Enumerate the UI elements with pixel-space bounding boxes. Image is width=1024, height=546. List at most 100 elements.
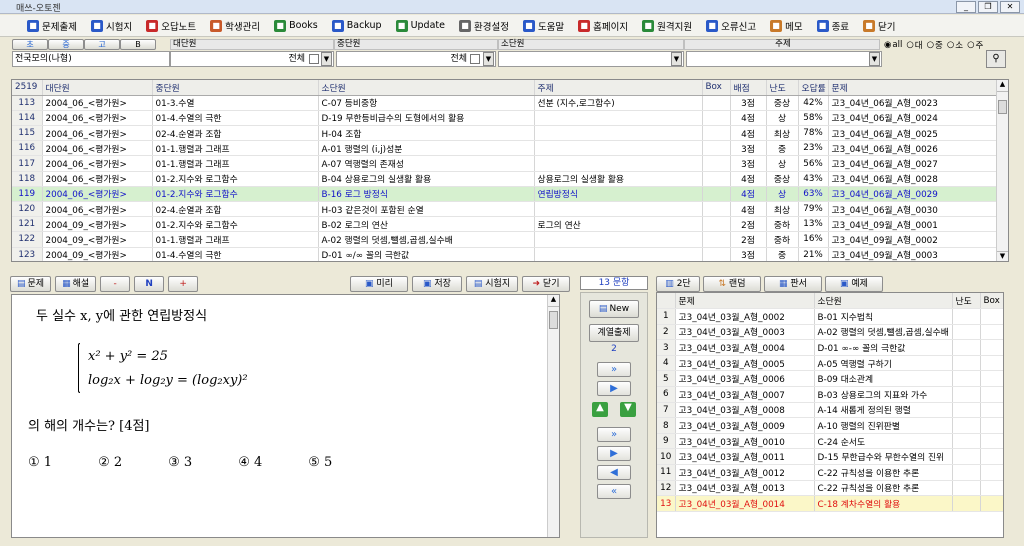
grid-col-header[interactable]: 중단원	[152, 80, 319, 96]
random-button[interactable]: ⇅ 랜덤	[703, 276, 761, 292]
grid-scrollbar[interactable]: ▲ ▼	[996, 80, 1008, 261]
move-down-icon[interactable]: ▼	[620, 402, 636, 417]
grid-col-header[interactable]: 주제	[534, 80, 703, 96]
selected-col-header[interactable]: 소단원	[814, 293, 953, 310]
so-dropdown-icon[interactable]: ▼	[671, 52, 682, 66]
toolbar-button-10[interactable]: ■ 원격지원	[635, 16, 699, 36]
back-icon[interactable]: ◀	[597, 465, 631, 480]
list-item[interactable]: 9 고3_04년_03월_A형_0010 C-24 순서도	[657, 433, 1003, 450]
grid-col-header[interactable]: 문제	[828, 80, 999, 96]
selected-col-header[interactable]: 문제	[675, 293, 815, 310]
list-item[interactable]: 6 고3_04년_03월_A형_0007 B-03 상용로그의 지표와 가수	[657, 386, 1003, 403]
table-row[interactable]: 117 2004_06_<평가원> 01-1.행렬과 그래프 A-07 역행렬의 존재…	[12, 155, 999, 172]
list-item[interactable]: 12 고3_04년_03월_A형_0013 C-22 규칙성을 이용한 추론	[657, 480, 1003, 497]
toolbar-button-13[interactable]: ■ 종료	[810, 16, 856, 36]
dae-dropdown-icon[interactable]: ▼	[321, 52, 332, 66]
region-field[interactable]: 전국모의(나형)	[12, 51, 170, 67]
grid-col-header[interactable]: 난도	[766, 80, 799, 96]
table-row[interactable]: 120 2004_06_<평가원> 02-4.순열과 조합 H-03 같은것이 포함된…	[12, 201, 999, 218]
toolbar-button-6[interactable]: ■ Update	[389, 16, 452, 36]
toolbar-button-7[interactable]: ■ 환경설정	[452, 16, 516, 36]
toolbar-button-9[interactable]: ■ 홈페이지	[571, 16, 635, 36]
list-item[interactable]: 11 고3_04년_03월_A형_0012 C-22 규칙성을 이용한 추론	[657, 464, 1003, 481]
dae-checkbox[interactable]	[309, 54, 319, 64]
fast-back-icon[interactable]: «	[597, 484, 631, 499]
preview-button[interactable]: ▣ 미리	[350, 276, 408, 292]
table-row[interactable]: 122 2004_09_<평가원> 01-1.행렬과 그래프 A-02 행렬의 덧셈,…	[12, 231, 999, 248]
close-question-button[interactable]: ➜ 닫기	[522, 276, 570, 292]
jung-dropdown-icon[interactable]: ▼	[483, 52, 494, 66]
maximize-button[interactable]: ❐	[978, 1, 998, 13]
toolbar-button-11[interactable]: ■ 오류신고	[699, 16, 763, 36]
choice-3[interactable]: ③ 3	[168, 455, 192, 470]
scope-radio-1[interactable]: ○ 대	[906, 39, 922, 51]
board-button[interactable]: ▦ 판서	[764, 276, 822, 292]
level-tab-b[interactable]: B	[120, 39, 156, 50]
scope-radio-2[interactable]: ○ 중	[927, 39, 943, 51]
level-tab-middle[interactable]: 중	[48, 39, 84, 50]
scroll-up-icon[interactable]: ▲	[997, 80, 1008, 92]
save-button[interactable]: ▣ 저장	[412, 276, 462, 292]
add-all-icon[interactable]: »	[597, 362, 631, 377]
search-binoculars-icon[interactable]: ⚲	[986, 50, 1006, 68]
ju-dropdown-icon[interactable]: ▼	[869, 52, 880, 66]
table-row[interactable]: 115 2004_06_<평가원> 02-4.순열과 조합 H-04 조합 4점 최상 78…	[12, 125, 999, 142]
forward-icon[interactable]: ▶	[597, 446, 631, 461]
example-button[interactable]: ▣ 예제	[825, 276, 883, 292]
fast-forward-icon[interactable]: »	[597, 427, 631, 442]
grid-col-header[interactable]: 배점	[730, 80, 767, 96]
toolbar-button-4[interactable]: ■ Books	[267, 16, 325, 36]
tab-question[interactable]: ▤ 문제	[10, 276, 52, 292]
exam-button[interactable]: ▤ 시험지	[466, 276, 518, 292]
series-button[interactable]: 계열출제	[589, 324, 639, 342]
selected-col-header[interactable]: 난도	[952, 293, 981, 310]
toolbar-button-2[interactable]: ■ 오답노트	[139, 16, 203, 36]
selected-col-header[interactable]: Box	[980, 293, 1003, 310]
question-scroll-up-icon[interactable]: ▲	[548, 295, 559, 307]
table-row[interactable]: 113 2004_06_<평가원> 01-3.수열 C-07 등비중항 선분 (지수,로…	[12, 95, 999, 111]
table-row[interactable]: 121 2004_09_<평가원> 01-2.지수와 로그함수 B-02 로그의 연산…	[12, 216, 999, 233]
grid-col-header[interactable]: 대단원	[42, 80, 153, 96]
toolbar-button-8[interactable]: ■ 도움말	[516, 16, 571, 36]
toolbar-button-1[interactable]: ■ 시험지	[84, 16, 139, 36]
new-button[interactable]: ▤ New	[589, 300, 639, 318]
zoom-out-button[interactable]: -	[100, 276, 131, 292]
list-item[interactable]: 1 고3_04년_03월_A형_0002 B-01 지수법칙	[657, 308, 1003, 325]
table-row[interactable]: 123 2004_09_<평가원> 01-4.수열의 극한 D-01 ∞/∞ 꼴의 극…	[12, 247, 999, 261]
toolbar-button-14[interactable]: ■ 닫기	[856, 16, 902, 36]
level-tab-high[interactable]: 고	[84, 39, 120, 50]
choice-5[interactable]: ⑤ 5	[308, 455, 332, 470]
move-up-icon[interactable]: ▲	[592, 402, 608, 417]
scope-radio-0[interactable]: ◉ all	[884, 39, 902, 51]
add-one-icon[interactable]: ▶	[597, 381, 631, 396]
table-row[interactable]: 116 2004_06_<평가원> 01-1.행렬과 그래프 A-01 행렬의 (i,…	[12, 140, 999, 157]
list-item[interactable]: 3 고3_04년_03월_A형_0004 D-01 ∞-∞ 꼴의 극한값	[657, 339, 1003, 356]
toolbar-button-5[interactable]: ■ Backup	[325, 16, 389, 36]
question-scroll-thumb[interactable]	[549, 311, 558, 329]
close-window-button[interactable]: ✕	[1000, 1, 1020, 13]
choice-2[interactable]: ② 2	[98, 455, 122, 470]
tab-solution[interactable]: ▦ 해설	[55, 276, 97, 292]
choice-4[interactable]: ④ 4	[238, 455, 262, 470]
scroll-down-icon[interactable]: ▼	[997, 251, 1008, 261]
so-select[interactable]	[498, 51, 684, 67]
toolbar-button-0[interactable]: ■ 문제출제	[20, 16, 84, 36]
toolbar-button-12[interactable]: ■ 메모	[763, 16, 809, 36]
table-row[interactable]: 114 2004_06_<평가원> 01-4.수열의 극한 D-19 무한등비급수의 …	[12, 110, 999, 127]
question-scrollbar[interactable]: ▲	[547, 295, 559, 537]
level-tab-elementary[interactable]: 초	[12, 39, 48, 50]
ju-select[interactable]	[686, 51, 882, 67]
jung-checkbox[interactable]	[470, 54, 480, 64]
grid-col-header[interactable]: Box	[702, 80, 731, 96]
list-item[interactable]: 8 고3_04년_03월_A형_0009 A-10 행렬의 진위판별	[657, 417, 1003, 434]
scroll-thumb[interactable]	[998, 100, 1007, 114]
minimize-button[interactable]: _	[956, 1, 976, 13]
list-item[interactable]: 10 고3_04년_03월_A형_0011 D-15 무한급수와 무한수열의 진위	[657, 448, 1003, 466]
list-item[interactable]: 13 고3_04년_03월_A형_0014 C-18 계차수열의 활용	[657, 495, 1003, 512]
list-item[interactable]: 5 고3_04년_03월_A형_0006 B-09 대소관계	[657, 370, 1003, 388]
list-item[interactable]: 4 고3_04년_03월_A형_0005 A-05 역행렬 구하기	[657, 355, 1003, 372]
scope-radio-4[interactable]: ○ 주	[967, 39, 983, 51]
scope-radio-3[interactable]: ○ 소	[947, 39, 963, 51]
choice-1[interactable]: ① 1	[28, 455, 52, 470]
toolbar-button-3[interactable]: ■ 학생관리	[203, 16, 267, 36]
